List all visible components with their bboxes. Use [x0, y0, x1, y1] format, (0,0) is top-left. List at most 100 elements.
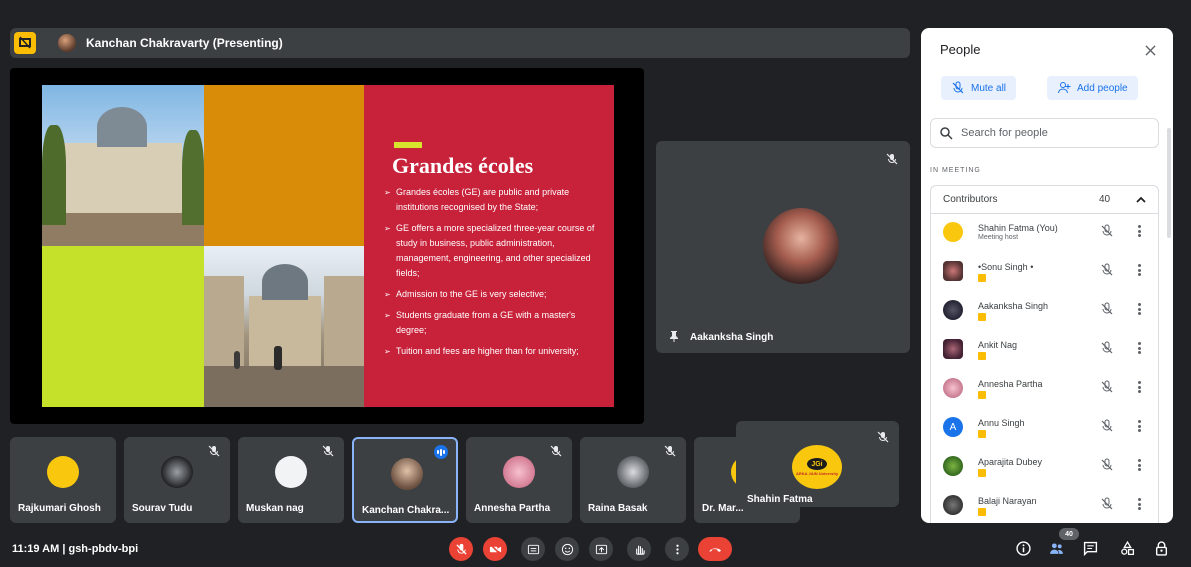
lock-person-icon — [1155, 540, 1167, 556]
contributors-header[interactable]: Contributors 40 — [931, 186, 1158, 214]
participant-name: Kanchan Chakra... — [362, 505, 450, 516]
participant-avatar: A — [943, 417, 963, 437]
activities-button[interactable] — [1118, 539, 1136, 557]
mic-off-icon[interactable] — [1100, 458, 1114, 472]
camera-toggle-button[interactable] — [483, 537, 507, 561]
close-panel-button[interactable] — [1141, 41, 1159, 59]
logo-subtext: ARKA JAIN University — [795, 471, 839, 476]
participant-tile-pinned[interactable]: Aakanksha Singh — [656, 141, 910, 353]
slide-bullet: GE offers a more specialized three-year … — [384, 221, 606, 281]
section-label: IN MEETING — [930, 167, 981, 174]
more-options-icon[interactable] — [1137, 225, 1141, 237]
meeting-details-button[interactable] — [1014, 539, 1032, 557]
more-options-icon[interactable] — [1137, 342, 1141, 354]
mic-off-icon[interactable] — [1100, 302, 1114, 316]
more-options-icon[interactable] — [1137, 303, 1141, 315]
chat-button[interactable] — [1081, 539, 1099, 557]
participant-role: Meeting host — [978, 234, 1019, 241]
more-options-icon[interactable] — [1137, 264, 1141, 276]
slide-bullet: Grandes écoles (GE) are public and priva… — [384, 185, 606, 215]
participant-row[interactable]: •Sonu Singh • — [931, 254, 1158, 293]
slide-text-panel: Grandes écoles Grandes écoles (GE) are p… — [364, 85, 614, 407]
badge-icon — [978, 313, 986, 321]
reactions-button[interactable] — [555, 537, 579, 561]
presentation-icon[interactable] — [14, 32, 36, 54]
participant-avatar — [943, 456, 963, 476]
badge-icon — [978, 508, 986, 516]
mic-off-icon[interactable] — [1100, 419, 1114, 433]
end-call-button[interactable] — [698, 537, 732, 561]
more-options-icon[interactable] — [1137, 381, 1141, 393]
participant-row[interactable]: Aakanksha Singh — [931, 293, 1158, 332]
slide-bullets: Grandes écoles (GE) are public and priva… — [384, 185, 606, 365]
mic-off-icon[interactable] — [1100, 380, 1114, 394]
participant-avatar — [503, 456, 535, 488]
participant-row[interactable]: A Annu Singh — [931, 410, 1158, 449]
participant-tile[interactable]: Sourav Tudu — [124, 437, 230, 523]
mic-off-icon[interactable] — [1100, 224, 1114, 238]
mic-off-icon — [662, 443, 678, 459]
participant-name: Shahin Fatma — [747, 494, 813, 505]
search-box[interactable] — [930, 118, 1159, 148]
participant-row[interactable]: Aparajita Dubey — [931, 449, 1158, 488]
mute-all-button[interactable]: Mute all — [941, 76, 1017, 100]
badge-icon — [978, 391, 986, 399]
mic-off-icon[interactable] — [1100, 341, 1114, 355]
participant-name: •Sonu Singh • — [978, 262, 1034, 272]
search-input[interactable] — [961, 127, 1141, 139]
chevron-up-icon[interactable] — [1135, 194, 1147, 206]
presentation-slide: Grandes écoles Grandes écoles (GE) are p… — [42, 85, 614, 407]
end-call-icon — [708, 547, 721, 552]
participant-avatar — [47, 456, 79, 488]
more-options-icon[interactable] — [1137, 420, 1141, 432]
host-controls-button[interactable] — [1152, 539, 1170, 557]
emoji-icon — [561, 543, 573, 555]
participant-avatar — [617, 456, 649, 488]
slide-title: Grandes écoles — [392, 153, 534, 178]
participant-tile[interactable]: Rajkumari Ghosh — [10, 437, 116, 523]
mic-toggle-button[interactable] — [449, 537, 473, 561]
activities-icon — [1120, 540, 1134, 555]
raise-hand-button[interactable] — [627, 537, 651, 561]
panel-scrollbar[interactable] — [1167, 128, 1171, 238]
participant-tile[interactable]: Raina Basak — [580, 437, 686, 523]
more-options-icon[interactable] — [1137, 498, 1141, 510]
mic-off-icon — [206, 443, 222, 459]
participant-name: Aakanksha Singh — [690, 332, 774, 343]
add-person-icon — [1058, 82, 1071, 94]
participant-avatar — [763, 208, 839, 284]
participant-tile-active[interactable]: Kanchan Chakra... — [352, 437, 458, 523]
participant-name: Sourav Tudu — [132, 503, 193, 514]
mic-off-icon[interactable] — [1100, 497, 1114, 511]
add-people-button[interactable]: Add people — [1047, 76, 1138, 100]
presenter-name: Kanchan Chakravarty (Presenting) — [86, 36, 283, 50]
mic-off-icon — [548, 443, 564, 459]
participant-name: Balaji Narayan — [978, 496, 1037, 506]
participant-row[interactable]: Annesha Partha — [931, 371, 1158, 410]
participant-avatar — [943, 495, 963, 515]
more-options-icon[interactable] — [1137, 459, 1141, 471]
self-view-tile[interactable]: JGi ARKA JAIN University Shahin Fatma — [736, 421, 899, 507]
participant-row[interactable]: Balaji Narayan — [931, 488, 1158, 523]
slide-orange-block — [204, 85, 364, 246]
participant-avatar — [943, 300, 963, 320]
participant-row[interactable]: Shahin Fatma (You) Meeting host — [931, 215, 1158, 254]
participant-avatar — [161, 456, 193, 488]
participant-avatar — [943, 339, 963, 359]
captions-button[interactable] — [521, 537, 545, 561]
people-button[interactable] — [1047, 539, 1065, 557]
badge-icon — [978, 274, 986, 282]
participant-name: Muskan nag — [246, 503, 304, 514]
presenter-bar: Kanchan Chakravarty (Presenting) — [10, 28, 910, 58]
more-options-button[interactable] — [665, 537, 689, 561]
participant-tile[interactable]: Muskan nag — [238, 437, 344, 523]
pin-icon[interactable] — [668, 330, 680, 342]
present-button[interactable] — [589, 537, 613, 561]
participant-tile[interactable]: Annesha Partha — [466, 437, 572, 523]
mic-off-icon[interactable] — [1100, 263, 1114, 277]
participant-name: Raina Basak — [588, 503, 648, 514]
raise-hand-icon — [635, 545, 645, 555]
slide-photo-bottom — [204, 246, 364, 407]
participant-row[interactable]: Ankit Nag — [931, 332, 1158, 371]
mic-off-icon — [875, 429, 891, 445]
